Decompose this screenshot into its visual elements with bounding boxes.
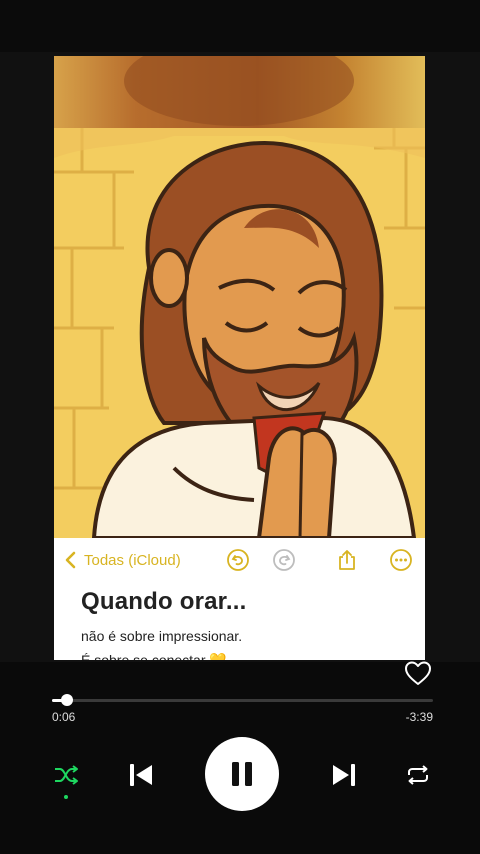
like-button[interactable] <box>403 658 433 688</box>
notes-toolbar: Todas (iCloud) <box>54 538 425 582</box>
share-button[interactable] <box>335 548 359 572</box>
undo-button[interactable] <box>226 548 250 572</box>
undo-icon <box>227 549 249 571</box>
repeat-button[interactable] <box>402 760 434 790</box>
pause-button[interactable] <box>205 737 279 811</box>
praying-figure-illustration <box>54 128 425 538</box>
note-body-line-2: É sobre se conectar 💛 <box>81 652 227 660</box>
chevron-left-icon <box>65 551 76 569</box>
redo-button[interactable] <box>272 548 296 572</box>
next-track-button[interactable] <box>325 757 363 793</box>
blurred-video-edge <box>54 56 425 128</box>
top-bar <box>0 0 480 52</box>
heart-icon <box>405 661 431 685</box>
back-to-all-notes-link[interactable]: Todas (iCloud) <box>64 548 181 572</box>
redo-icon <box>273 549 295 571</box>
remaining-time: -3:39 <box>405 710 433 724</box>
note-title: Quando orar... <box>81 588 247 615</box>
shuffle-button[interactable] <box>50 760 82 790</box>
video-artwork[interactable]: Todas (iCloud) Quando orar... não é sobr… <box>54 56 425 660</box>
repeat-icon <box>408 765 428 785</box>
progress-scrubber[interactable] <box>61 694 74 706</box>
skip-next-icon <box>333 764 355 786</box>
notes-card: Todas (iCloud) Quando orar... não é sobr… <box>54 538 425 660</box>
back-link-label: Todas (iCloud) <box>84 551 181 569</box>
share-icon <box>339 550 355 570</box>
more-options-button[interactable] <box>389 548 413 572</box>
more-icon <box>390 549 412 571</box>
elapsed-time: 0:06 <box>52 710 76 724</box>
skip-previous-icon <box>130 764 152 786</box>
shuffle-active-dot <box>64 795 68 799</box>
shuffle-icon <box>55 765 78 785</box>
note-body-line-1: não é sobre impressionar. <box>81 628 243 644</box>
progress-bar[interactable] <box>52 694 433 706</box>
pause-icon <box>232 762 252 786</box>
previous-track-button[interactable] <box>122 757 160 793</box>
